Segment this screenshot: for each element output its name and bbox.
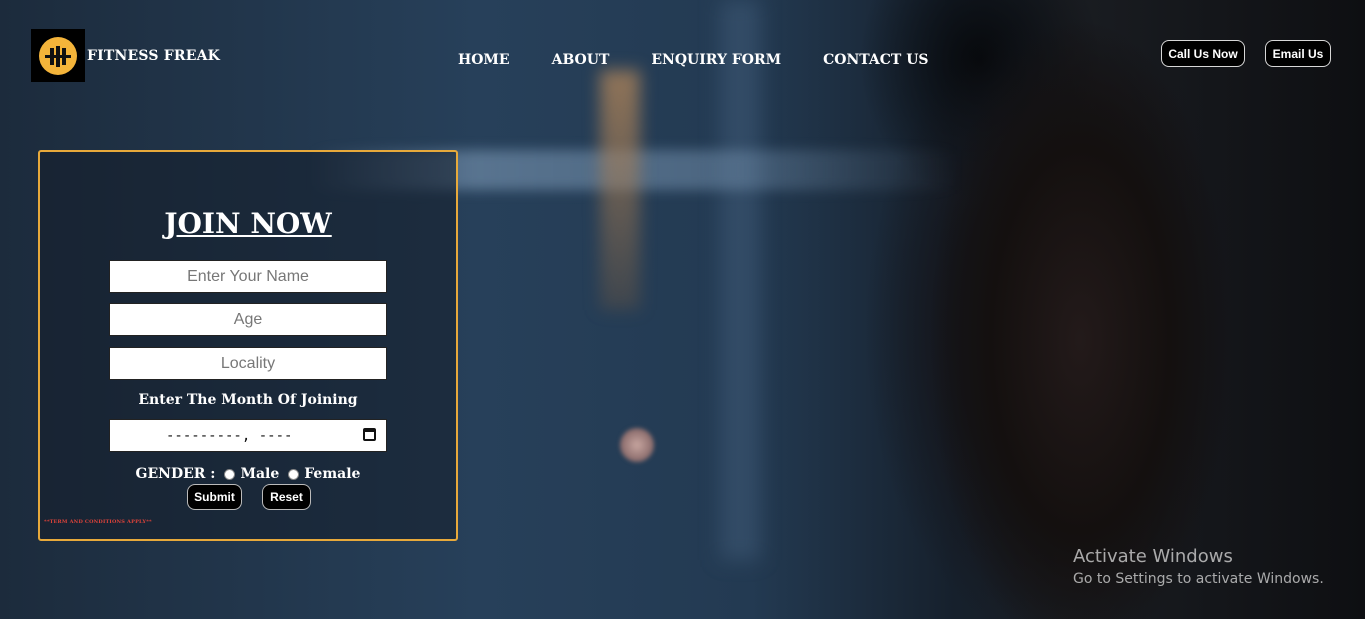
locality-input[interactable]: Locality bbox=[109, 347, 387, 380]
nav-home[interactable]: HOME bbox=[458, 52, 510, 68]
email-us-button[interactable]: Email Us bbox=[1265, 40, 1331, 67]
female-label: Female bbox=[304, 466, 361, 482]
background-light-post bbox=[600, 70, 640, 310]
reset-button[interactable]: Reset bbox=[262, 484, 311, 510]
male-label: Male bbox=[240, 466, 280, 482]
male-radio[interactable] bbox=[224, 468, 236, 480]
gender-group: GENDER : Male Female bbox=[40, 466, 456, 482]
female-radio[interactable] bbox=[288, 468, 300, 480]
background-person bbox=[920, 0, 1250, 619]
activate-subtitle: Go to Settings to activate Windows. bbox=[1073, 571, 1324, 587]
month-label: Enter The Month Of Joining bbox=[138, 392, 358, 408]
terms-text: **TERM AND CONDITIONS APPLY** bbox=[44, 519, 152, 525]
main-nav: HOME ABOUT ENQUIRY FORM CONTACT US bbox=[458, 52, 971, 68]
activate-title: Activate Windows bbox=[1073, 546, 1233, 567]
age-input[interactable]: Age bbox=[109, 303, 387, 336]
background-post bbox=[720, 0, 760, 560]
brand-title: FITNESS FREAK bbox=[87, 47, 221, 64]
call-us-button[interactable]: Call Us Now bbox=[1161, 40, 1245, 67]
date-value: ---------, ---- bbox=[166, 427, 293, 444]
background-ball bbox=[620, 428, 654, 462]
nav-contact-us[interactable]: CONTACT US bbox=[823, 52, 928, 68]
nav-enquiry-form[interactable]: ENQUIRY FORM bbox=[651, 52, 781, 68]
nav-about[interactable]: ABOUT bbox=[552, 52, 610, 68]
gender-label: GENDER : bbox=[135, 466, 216, 482]
activate-windows-watermark: Activate Windows Go to Settings to activ… bbox=[1073, 546, 1324, 587]
form-title: JOIN NOW bbox=[164, 207, 332, 240]
join-form: JOIN NOW Enter Your Name Age Locality En… bbox=[38, 150, 458, 541]
name-input[interactable]: Enter Your Name bbox=[109, 260, 387, 293]
submit-button[interactable]: Submit bbox=[187, 484, 242, 510]
dumbbell-icon bbox=[31, 29, 85, 82]
brand-logo[interactable]: FITNESS FREAK bbox=[31, 29, 220, 82]
calendar-icon[interactable] bbox=[363, 428, 376, 441]
joining-month-input[interactable]: ---------, ---- bbox=[109, 419, 387, 452]
